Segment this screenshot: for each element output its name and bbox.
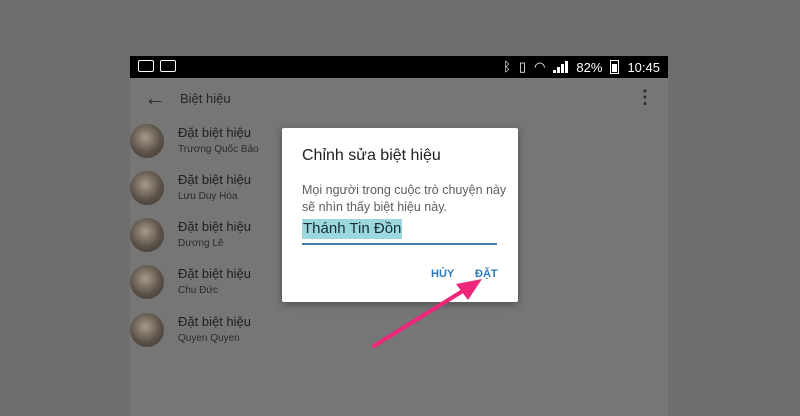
- list-item-name: Trương Quốc Bảo: [178, 144, 259, 155]
- bluetooth-icon: ᛒ: [503, 59, 511, 74]
- nickname-input-value: Thánh Tin Đồn: [302, 219, 403, 239]
- list-item[interactable]: Đặt biệt hiệu Trương Quốc Bảo: [130, 124, 280, 170]
- nickname-input[interactable]: Thánh Tin Đồn: [302, 219, 497, 245]
- list-item-name: Dương Lê: [178, 238, 224, 249]
- more-options-icon[interactable]: ⋮: [636, 87, 654, 107]
- list-item[interactable]: Đặt biệt hiệu Lưu Duy Hòa: [130, 171, 280, 217]
- notification-icon: [138, 60, 154, 72]
- list-item-name: Quyen Quyen: [178, 333, 240, 344]
- battery-percent: 82%: [576, 59, 603, 75]
- keyboard-icon: [160, 60, 176, 72]
- list-item-title: Đặt biệt hiệu: [178, 172, 251, 187]
- battery-icon: [610, 60, 620, 74]
- list-item-name: Chu Đức: [178, 285, 219, 296]
- wifi-icon: ◠: [534, 59, 546, 74]
- list-item[interactable]: Đặt biệt hiệu Quyen Quyen: [130, 313, 280, 359]
- avatar: [130, 124, 164, 158]
- signal-icon: [553, 61, 569, 73]
- dialog-title: Chỉnh sửa biệt hiệu: [302, 147, 441, 164]
- back-arrow-icon[interactable]: ←: [144, 86, 166, 110]
- set-button[interactable]: ĐẶT: [475, 268, 498, 280]
- list-item[interactable]: Đặt biệt hiệu Chu Đức: [130, 265, 280, 311]
- avatar: [130, 171, 164, 205]
- clock: 10:45: [627, 59, 660, 75]
- list-item-name: Lưu Duy Hòa: [178, 191, 238, 202]
- list-item-title: Đặt biệt hiệu: [178, 266, 251, 281]
- list-item-title: Đặt biệt hiệu: [178, 219, 251, 234]
- page-title: Biệt hiệu: [180, 91, 231, 106]
- avatar: [130, 313, 164, 347]
- edit-nickname-dialog: Chỉnh sửa biệt hiệu Mọi người trong cuộc…: [282, 128, 518, 302]
- list-item-title: Đặt biệt hiệu: [178, 314, 251, 329]
- avatar: [130, 265, 164, 299]
- avatar: [130, 218, 164, 252]
- list-item[interactable]: Đặt biệt hiệu Dương Lê: [130, 218, 280, 264]
- status-bar: ᛒ ▯ ◠ 82% 10:45: [130, 56, 668, 78]
- dialog-message: Mọi người trong cuộc trò chuyện này sẽ n…: [302, 183, 507, 214]
- list-item-title: Đặt biệt hiệu: [178, 125, 251, 140]
- cancel-button[interactable]: HỦY: [431, 268, 454, 280]
- vibrate-icon: ▯: [518, 59, 527, 74]
- app-bar: ← Biệt hiệu ⋮: [130, 78, 668, 120]
